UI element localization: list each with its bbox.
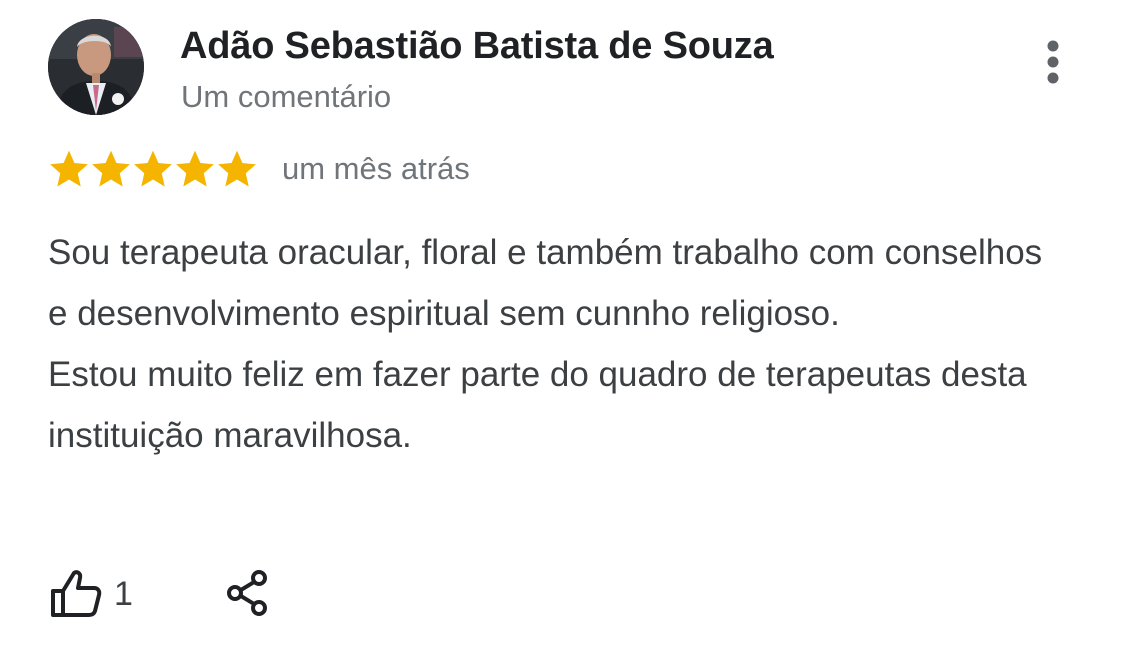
like-count: 1 [114,574,133,613]
avatar-photo [48,19,144,115]
star-icon [92,150,130,187]
review-paragraph: Estou muito feliz em fazer parte do quad… [48,355,1027,455]
thumbs-up-icon [51,570,102,617]
star-icon [134,150,172,187]
author-review-count: Um comentário [181,79,392,114]
more-vert-icon [1047,40,1059,84]
author-name[interactable]: Adão Sebastião Batista de Souza [180,25,774,68]
star-rating [48,148,258,190]
avatar[interactable] [48,19,144,115]
star-icon [218,150,256,187]
share-button[interactable] [226,570,270,621]
share-icon [227,570,267,616]
review-date: um mês atrás [282,151,470,186]
review-paragraph: Sou terapeuta oracular, floral e também … [48,233,1043,333]
like-button[interactable]: 1 [50,569,133,619]
star-icon [176,150,214,187]
star-icon [50,150,88,187]
review-text: Sou terapeuta oracular, floral e também … [48,222,1068,466]
rating-row: um mês atrás [48,146,470,192]
more-options-button[interactable] [1036,38,1070,86]
